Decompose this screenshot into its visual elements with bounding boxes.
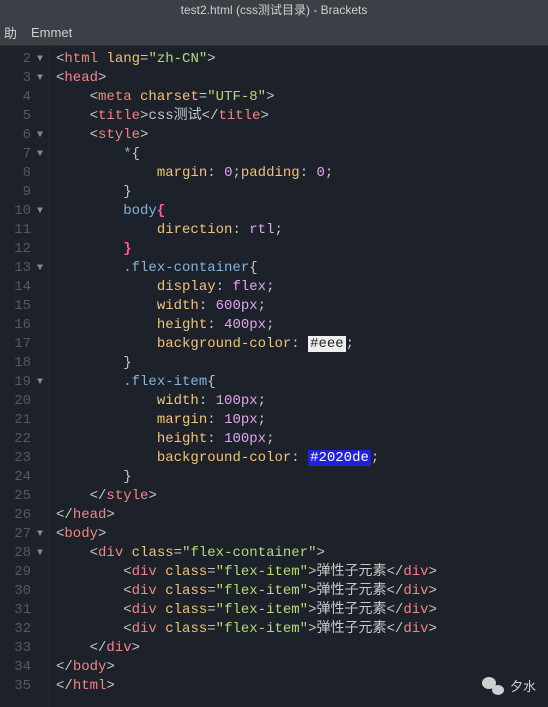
window-title: test2.html (css测试目录) - Brackets [181,3,368,17]
fold-icon[interactable]: ▼ [35,259,45,278]
code-line[interactable]: </head> [56,506,548,525]
color-swatch-icon: #eee [308,336,346,352]
code-line[interactable]: margin: 0;padding: 0; [56,164,548,183]
code-line[interactable]: background-color: #2020de; [56,449,548,468]
code-line[interactable]: <div class="flex-item">弹性子元素</div> [56,601,548,620]
fold-icon[interactable]: ▼ [35,69,45,88]
fold-icon[interactable]: ▼ [35,373,45,392]
fold-icon[interactable]: ▼ [35,525,45,544]
code-line[interactable]: <head> [56,69,548,88]
code-line[interactable]: </html> [56,677,548,696]
code-line[interactable]: height: 400px; [56,316,548,335]
code-line[interactable]: </body> [56,658,548,677]
code-line[interactable]: .flex-container{ [56,259,548,278]
fold-icon[interactable]: ▼ [35,145,45,164]
code-area[interactable]: <html lang="zh-CN"> <head> <meta charset… [50,46,548,707]
code-line[interactable]: margin: 10px; [56,411,548,430]
line-number-gutter: 2▼ 3▼ 4 5 6▼ 7▼ 8 9 10▼ 11 12 13▼ 14 15 … [0,46,50,707]
fold-icon[interactable]: ▼ [35,126,45,145]
watermark: 夕水 [482,676,536,695]
code-line[interactable]: <html lang="zh-CN"> [56,50,548,69]
code-line[interactable]: <body> [56,525,548,544]
code-line[interactable]: <div class="flex-item">弹性子元素</div> [56,563,548,582]
code-line[interactable]: } [56,468,548,487]
color-swatch-icon: #2020de [308,450,371,466]
code-line[interactable]: direction: rtl; [56,221,548,240]
code-line[interactable]: background-color: #eee; [56,335,548,354]
code-line[interactable]: <title>css测试</title> [56,107,548,126]
code-line[interactable]: width: 100px; [56,392,548,411]
code-line[interactable]: </div> [56,639,548,658]
code-line[interactable]: .flex-item{ [56,373,548,392]
code-editor[interactable]: 2▼ 3▼ 4 5 6▼ 7▼ 8 9 10▼ 11 12 13▼ 14 15 … [0,46,548,707]
fold-icon[interactable]: ▼ [35,544,45,563]
menu-item-help[interactable]: 助 [4,23,17,42]
code-line[interactable]: <div class="flex-item">弹性子元素</div> [56,582,548,601]
window-titlebar: test2.html (css测试目录) - Brackets [0,0,548,20]
code-line[interactable]: <meta charset="UTF-8"> [56,88,548,107]
code-line[interactable]: body{ [56,202,548,221]
code-line[interactable]: height: 100px; [56,430,548,449]
code-line[interactable]: } [56,354,548,373]
code-line[interactable]: <div class="flex-container"> [56,544,548,563]
menu-bar: 助 Emmet [0,20,548,46]
code-line[interactable]: } [56,240,548,259]
code-line[interactable]: </style> [56,487,548,506]
code-line[interactable]: width: 600px; [56,297,548,316]
fold-icon[interactable]: ▼ [35,50,45,69]
fold-icon[interactable]: ▼ [35,202,45,221]
code-line[interactable]: <style> [56,126,548,145]
code-line[interactable]: <div class="flex-item">弹性子元素</div> [56,620,548,639]
code-line[interactable]: display: flex; [56,278,548,297]
menu-item-emmet[interactable]: Emmet [31,25,72,40]
code-line[interactable]: *{ [56,145,548,164]
wechat-icon [482,677,504,695]
watermark-label: 夕水 [510,676,536,695]
code-line[interactable]: } [56,183,548,202]
